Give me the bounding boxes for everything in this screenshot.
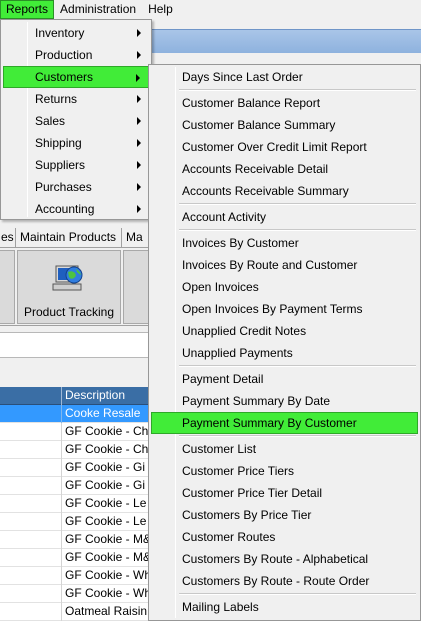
submenu-arrow-icon (137, 117, 141, 125)
table-cell-description: GF Cookie - Gi (65, 460, 146, 474)
menu-item-sales[interactable]: Sales (3, 110, 149, 132)
tab-maintain-products[interactable]: Maintain Products (16, 228, 122, 248)
table-cell-description: GF Cookie - Gi (65, 478, 146, 492)
menu-item-accounts-receivable-summary[interactable]: Accounts Receivable Summary (151, 180, 418, 202)
submenu-arrow-icon (137, 183, 141, 191)
window-header-strip (150, 29, 421, 53)
menu-item-label: Production (35, 48, 93, 62)
menu-item-label: Sales (35, 114, 66, 128)
submenu-arrow-icon (137, 29, 141, 37)
menu-item-inventory[interactable]: Inventory (3, 22, 149, 44)
menu-item-unapplied-payments[interactable]: Unapplied Payments (151, 342, 418, 364)
menu-item-customers-by-route-alphabetical[interactable]: Customers By Route - Alphabetical (151, 548, 418, 570)
menu-separator (179, 229, 416, 231)
menu-item-label: Accounting (35, 202, 95, 216)
grid-header-code[interactable] (0, 387, 62, 405)
menu-item-purchases[interactable]: Purchases (3, 176, 149, 198)
menu-help[interactable]: Help (142, 0, 179, 19)
menu-item-customer-routes[interactable]: Customer Routes (151, 526, 418, 548)
menu-separator (179, 435, 416, 437)
table-cell-description: Oatmeal Raisin (65, 604, 148, 618)
menu-item-invoices-by-customer[interactable]: Invoices By Customer (151, 232, 418, 254)
submenu-arrow-icon (137, 139, 141, 147)
menu-item-customer-over-credit-limit-report[interactable]: Customer Over Credit Limit Report (151, 136, 418, 158)
menu-item-customers-by-price-tier[interactable]: Customers By Price Tier (151, 504, 418, 526)
menu-item-accounts-receivable-detail[interactable]: Accounts Receivable Detail (151, 158, 418, 180)
menu-item-label: Suppliers (35, 158, 86, 172)
menu-item-accounting[interactable]: Accounting (3, 198, 149, 220)
menu-item-customer-balance-report[interactable]: Customer Balance Report (151, 92, 418, 114)
menu-item-mailing-labels[interactable]: Mailing Labels (151, 596, 418, 618)
menu-item-days-since-last-order[interactable]: Days Since Last Order (151, 66, 418, 88)
menu-item-payment-summary-by-customer[interactable]: Payment Summary By Customer (151, 412, 418, 434)
menu-item-label: Shipping (35, 136, 82, 150)
table-cell-description: GF Cookie - M& (65, 532, 152, 546)
menu-bar: Reports Administration Help (0, 0, 421, 19)
submenu-arrow-icon (137, 205, 141, 213)
menu-item-label: Returns (35, 92, 78, 106)
table-cell-description: GF Cookie - M& (65, 550, 152, 564)
menu-separator (179, 89, 416, 91)
menu-item-label: Inventory (35, 26, 85, 40)
product-tracking-button[interactable]: Product Tracking (17, 250, 121, 324)
table-cell-description: GF Cookie - Wh (65, 568, 152, 582)
menu-item-unapplied-credit-notes[interactable]: Unapplied Credit Notes (151, 320, 418, 342)
menu-item-account-activity[interactable]: Account Activity (151, 206, 418, 228)
customers-submenu: Days Since Last Order Customer Balance R… (148, 64, 421, 621)
table-cell-description: GF Cookie - Ch (65, 442, 149, 456)
table-cell-description: GF Cookie - Ch (65, 424, 149, 438)
menu-item-suppliers[interactable]: Suppliers (3, 154, 149, 176)
tool-button-partial[interactable] (0, 250, 15, 324)
menu-item-customer-list[interactable]: Customer List (151, 438, 418, 460)
menu-item-production[interactable]: Production (3, 44, 149, 66)
menu-separator (179, 365, 416, 367)
table-cell-description: GF Cookie - Le (65, 514, 147, 528)
submenu-arrow-icon (137, 161, 141, 169)
computer-globe-icon (52, 263, 86, 293)
menu-item-payment-summary-by-date[interactable]: Payment Summary By Date (151, 390, 418, 412)
table-cell-description: GF Cookie - Le (65, 496, 147, 510)
menu-item-customers[interactable]: Customers (3, 66, 149, 88)
menu-item-open-invoices-by-payment-terms[interactable]: Open Invoices By Payment Terms (151, 298, 418, 320)
menu-item-customer-price-tier-detail[interactable]: Customer Price Tier Detail (151, 482, 418, 504)
submenu-arrow-icon (137, 51, 141, 59)
menu-reports[interactable]: Reports (0, 0, 55, 19)
menu-item-shipping[interactable]: Shipping (3, 132, 149, 154)
table-cell-description: Cooke Resale (65, 406, 141, 420)
table-cell-description: GF Cookie - Wh (65, 586, 152, 600)
menu-item-returns[interactable]: Returns (3, 88, 149, 110)
submenu-arrow-icon (137, 95, 141, 103)
product-tracking-label: Product Tracking (23, 305, 115, 319)
submenu-arrow-icon (136, 74, 140, 82)
menu-item-label: Purchases (35, 180, 92, 194)
menu-item-open-invoices[interactable]: Open Invoices (151, 276, 418, 298)
menu-item-customers-by-route-route-order[interactable]: Customers By Route - Route Order (151, 570, 418, 592)
menu-separator (179, 203, 416, 205)
tab-partial-left[interactable]: es (0, 228, 16, 248)
menu-item-customer-price-tiers[interactable]: Customer Price Tiers (151, 460, 418, 482)
menu-item-payment-detail[interactable]: Payment Detail (151, 368, 418, 390)
menu-item-invoices-by-route-and-customer[interactable]: Invoices By Route and Customer (151, 254, 418, 276)
menu-item-label: Customers (35, 70, 94, 84)
menu-item-customer-balance-summary[interactable]: Customer Balance Summary (151, 114, 418, 136)
menu-administration[interactable]: Administration (54, 0, 142, 19)
menu-separator (179, 593, 416, 595)
reports-dropdown: Inventory Production Customers Returns S… (0, 19, 152, 220)
